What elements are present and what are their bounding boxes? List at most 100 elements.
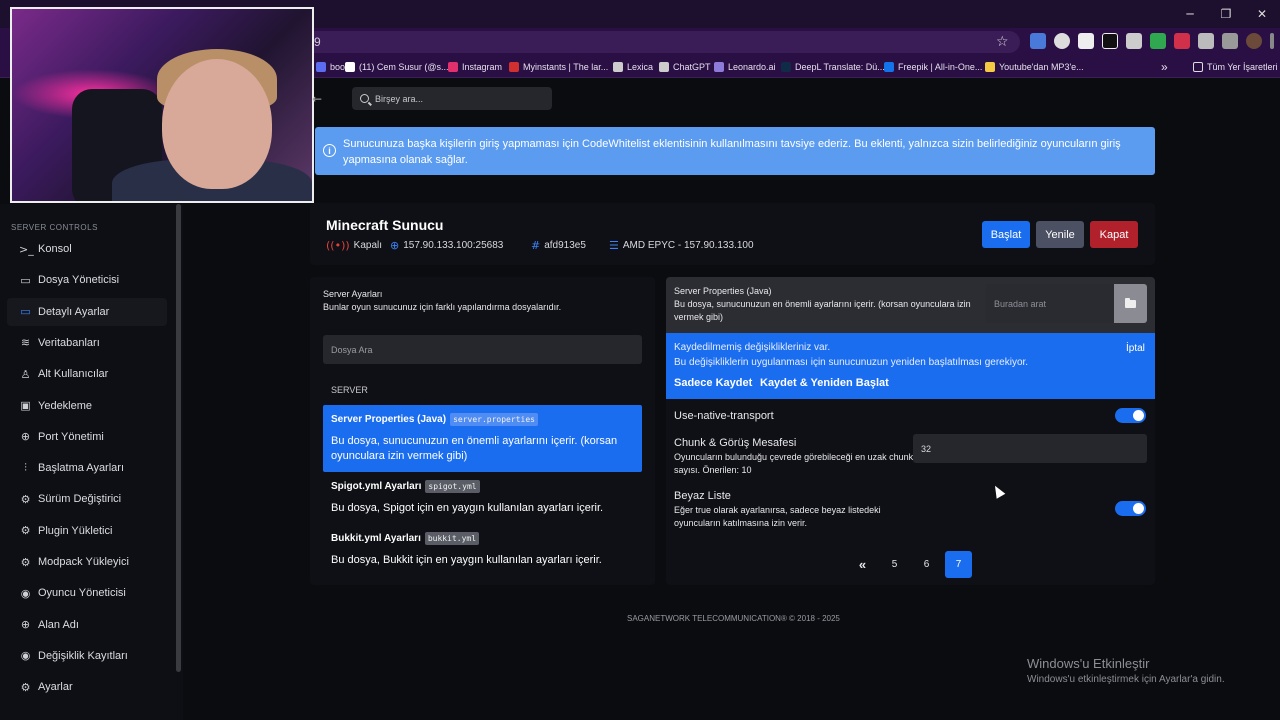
config-file-desc: Bu dosya, sunucunuzun en önemli ayarları… [331, 435, 618, 462]
sidebar-item-icon: ♙ [20, 367, 31, 381]
config-file-desc: Bu dosya, Spigot için en yaygın kullanıl… [331, 502, 604, 514]
sidebar-item[interactable]: ▭ Detaylı Ayarlar [7, 297, 167, 326]
bookmark-item[interactable]: DeepL Translate: Dü... [781, 59, 885, 75]
extension-icon[interactable] [1174, 33, 1190, 49]
bookmark-item[interactable]: Leonardo.ai [714, 59, 776, 75]
config-panel-title: Server Ayarları [323, 289, 383, 299]
folder-icon [1193, 62, 1203, 72]
sidebar-scrollbar[interactable] [176, 204, 181, 672]
sidebar-item[interactable]: ≋ Veritabanları [7, 329, 167, 357]
sidebar-item-label: Ayarlar [38, 681, 73, 694]
menu-kebab-icon[interactable] [1270, 33, 1274, 49]
profile-avatar[interactable] [1246, 33, 1262, 49]
sidebar-item[interactable]: ⚙ Modpack Yükleyici [7, 548, 167, 576]
config-file-spigot[interactable]: Spigot.yml Ayarları spigot.yml Bu dosya, … [323, 472, 642, 524]
restart-button[interactable]: Yenile [1036, 221, 1084, 248]
restore-icon[interactable]: ❐ [1208, 0, 1244, 28]
native-transport-toggle[interactable] [1115, 408, 1146, 423]
sidebar-item-icon: ⊕ [20, 430, 31, 444]
back-arrow-icon[interactable]: ← [312, 92, 322, 106]
pagination-page-button[interactable]: 5 [881, 551, 908, 578]
pagination-page-button[interactable]: 6 [913, 551, 940, 578]
bookmark-favicon-icon [316, 62, 326, 72]
file-search-input[interactable]: Dosya Ara [323, 335, 642, 364]
config-file-server-properties[interactable]: Server Properties (Java) server.propertie… [323, 405, 642, 472]
config-file-bukkit[interactable]: Bukkit.yml Ayarları bukkit.yml Bu dosya, … [323, 524, 642, 576]
reading-list-icon[interactable] [1222, 33, 1238, 49]
save-restart-button[interactable]: Kaydet & Yeniden Başlat [760, 377, 889, 389]
config-section-heading: SERVER [331, 385, 368, 395]
open-folder-button[interactable] [1114, 284, 1147, 323]
sidebar-item[interactable]: ⚙ Plugin Yükletici [7, 517, 167, 545]
view-distance-input[interactable]: 32 [913, 434, 1147, 463]
sidebar-item[interactable]: ♙ Alt Kullanıcılar [7, 360, 167, 388]
url-field[interactable] [300, 31, 1020, 53]
search-placeholder: Birşey ara... [375, 93, 424, 104]
extension-icon[interactable] [1078, 33, 1094, 49]
all-bookmarks-folder[interactable]: Tüm Yer İşaretleri [1193, 59, 1278, 75]
config-file-name: Bukkit.yml Ayarları [331, 533, 421, 544]
config-file-name: Spigot.yml Ayarları [331, 481, 422, 492]
server-icon: ☰ [609, 238, 619, 252]
sidebar-item[interactable]: ◉ Oyuncu Yöneticisi [7, 579, 167, 607]
minimize-icon[interactable]: ─ [1172, 0, 1208, 28]
sidebar-item[interactable]: ⚙ Ayarlar [7, 673, 167, 701]
info-alert: Sunucunuza başka kişilerin giriş yapmama… [315, 127, 1155, 175]
bookmark-label: Myinstants | The lar... [523, 62, 609, 72]
sidebar-item[interactable]: ⚙ Sürüm Değiştirici [7, 485, 167, 513]
bookmark-item[interactable]: Freepik | All-in-One... [884, 59, 982, 75]
sidebar-item-icon: ⫶ [24, 461, 27, 475]
config-file-tag: bukkit.yml [424, 532, 480, 545]
bookmark-favicon-icon [448, 62, 458, 72]
bookmark-star-icon[interactable]: ☆ [996, 34, 1009, 50]
sidebar-item[interactable]: >_ Konsol [7, 235, 167, 263]
bookmark-item[interactable]: (11) Cem Susur (@s... [345, 59, 449, 75]
extension-icon[interactable] [1102, 33, 1118, 49]
sidebar-item-icon: ▣ [20, 399, 31, 412]
editor-desc: Bu dosya, sunucunuzun en önemli ayarları… [674, 299, 971, 322]
sidebar-item[interactable]: ⊕ Port Yönetimi [7, 423, 167, 451]
sidebar-item-label: Başlatma Ayarları [38, 462, 125, 475]
sidebar-item-icon: ◉ [20, 649, 31, 663]
pagination-prev-button[interactable]: « [849, 551, 876, 578]
whitelist-toggle[interactable] [1115, 501, 1146, 516]
more-bookmarks-icon[interactable]: » [1161, 59, 1168, 75]
extension-icon[interactable] [1054, 33, 1070, 49]
sidebar-item-icon: ▭ [20, 273, 31, 287]
sidebar-item-label: Detaylı Ayarlar [38, 305, 110, 318]
sidebar-item[interactable]: ▣ Yedekleme [7, 392, 167, 420]
sidebar-item-label: Alt Kullanıcılar [38, 368, 109, 381]
bookmark-item[interactable]: Lexica [613, 59, 653, 75]
extension-icon[interactable] [1150, 33, 1166, 49]
bookmark-label: Lexica [627, 62, 654, 72]
bookmark-label: Leonardo.ai [728, 62, 776, 72]
save-button[interactable]: Sadece Kaydet [674, 377, 752, 389]
bookmark-favicon-icon [884, 62, 894, 72]
bookmark-favicon-icon [345, 62, 355, 72]
bookmark-item[interactable]: Instagram [448, 59, 502, 75]
windows-activation-subtitle: Windows'u etkinleştirmek için Ayarlar'a … [1027, 674, 1225, 685]
bookmark-item[interactable]: Myinstants | The lar... [509, 59, 608, 75]
sidebar-item[interactable]: ⊕ Alan Adı [7, 611, 167, 639]
extension-icon[interactable] [1126, 33, 1142, 49]
bookmark-favicon-icon [781, 62, 791, 72]
config-file-name: Server Properties (Java) [331, 414, 447, 425]
bookmark-item[interactable]: ChatGPT [659, 59, 711, 75]
stop-button[interactable]: Kapat [1090, 221, 1138, 248]
sidebar-item[interactable]: ⫶ Başlatma Ayarları [7, 454, 167, 482]
cancel-button[interactable]: İptal [1126, 343, 1145, 354]
sidebar-item[interactable]: ◉ Değişiklik Kayıtları [7, 642, 167, 670]
editor-title: Server Properties (Java) [674, 286, 772, 296]
editor-search-input[interactable]: Buradan arat [986, 284, 1114, 323]
close-icon[interactable]: ✕ [1244, 0, 1280, 28]
sidebar-item[interactable]: ▭ Dosya Yöneticisi [7, 266, 167, 294]
start-button[interactable]: Başlat [982, 221, 1030, 248]
sidebar-item-icon: ⊕ [20, 618, 31, 632]
extension-icon[interactable] [1030, 33, 1046, 49]
bookmark-item[interactable]: Youtube'dan MP3'e... [985, 59, 1084, 75]
sidebar-item-label: Yedekleme [38, 399, 93, 412]
extensions-puzzle-icon[interactable] [1198, 33, 1214, 49]
search-input[interactable]: Birşey ara... [352, 87, 552, 110]
pagination-page-current[interactable]: 7 [945, 551, 972, 578]
url-text: 9 [314, 35, 321, 49]
